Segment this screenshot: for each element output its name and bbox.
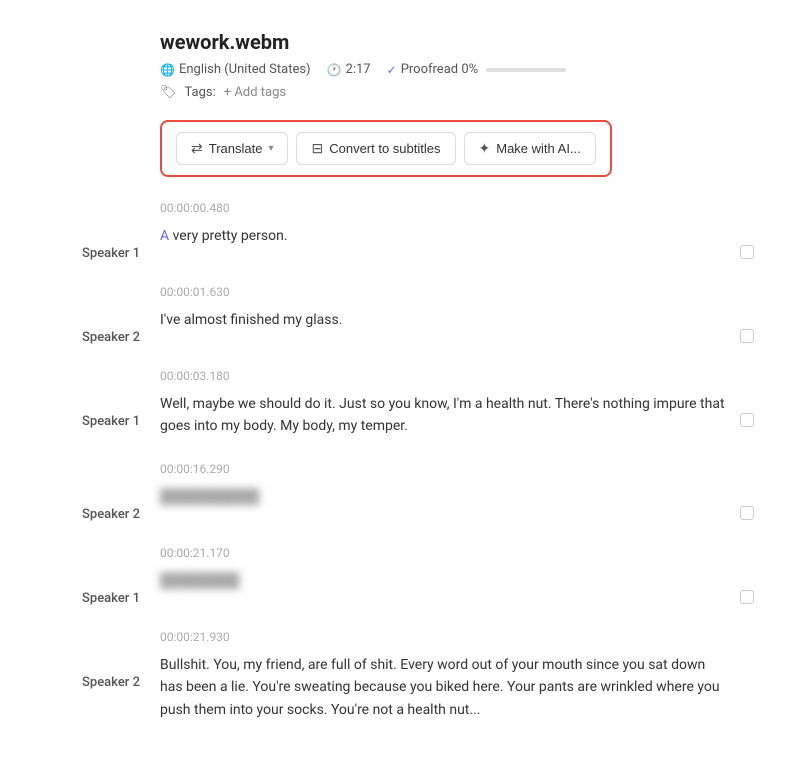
chevron-down-icon: ▾ xyxy=(268,143,273,154)
ai-icon: ✦ xyxy=(479,140,491,157)
content-col: Well, maybe we should do it. Just so you… xyxy=(160,393,730,438)
speaker-col: Speaker 1 xyxy=(40,570,160,606)
checkbox[interactable] xyxy=(740,506,754,520)
speaker-col: Speaker 2 xyxy=(40,486,160,522)
proofread-meta: ✓ Proofread 0% xyxy=(387,62,567,77)
timestamp: 00:00:16.290 xyxy=(160,462,760,476)
toolbar: ⇄ Translate ▾ ⊟ Convert to subtitles ✦ M… xyxy=(160,120,612,177)
translate-label: Translate xyxy=(209,141,263,156)
table-row: 00:00:16.290 xyxy=(40,462,760,482)
content-col: ██████████ xyxy=(160,486,730,522)
checkbox[interactable] xyxy=(740,329,754,343)
checkbox[interactable] xyxy=(740,245,754,259)
transcript-text: I've almost finished my glass. xyxy=(160,309,730,331)
speaker-col: Speaker 2 xyxy=(40,309,160,345)
speaker-label: Speaker 2 xyxy=(82,507,140,522)
language-label: English (United States) xyxy=(179,62,311,77)
content-col: 00:00:03.180 xyxy=(160,369,760,389)
globe-icon: 🌐 xyxy=(160,63,175,77)
convert-subtitles-button[interactable]: ⊟ Convert to subtitles xyxy=(296,132,455,165)
checkbox[interactable] xyxy=(740,413,754,427)
checkbox[interactable] xyxy=(740,590,754,604)
proofread-label: Proofread 0% xyxy=(401,62,478,77)
table-row: 00:00:21.170 xyxy=(40,546,760,566)
translate-icon: ⇄ xyxy=(191,140,203,157)
timestamp: 00:00:00.480 xyxy=(160,201,760,215)
timestamp: 00:00:21.170 xyxy=(160,546,760,560)
content-col: 00:00:21.930 xyxy=(160,630,760,650)
table-row: 00:00:21.930 xyxy=(40,630,760,650)
speaker-col xyxy=(40,630,160,650)
subtitles-icon: ⊟ xyxy=(311,140,323,157)
make-ai-button[interactable]: ✦ Make with AI... xyxy=(464,132,596,165)
transcript-text: Well, maybe we should do it. Just so you… xyxy=(160,393,730,438)
content-col: 00:00:16.290 xyxy=(160,462,760,482)
content-col: ████████ xyxy=(160,570,730,606)
table-row: Speaker 1 Well, maybe we should do it. J… xyxy=(40,393,760,438)
duration-label: 2:17 xyxy=(346,62,371,77)
checkbox-col xyxy=(730,309,760,345)
speaker-label: Speaker 1 xyxy=(82,591,140,606)
transcript-section: 00:00:00.480 Speaker 1 A very pretty per… xyxy=(40,201,760,721)
content-col: 00:00:21.170 xyxy=(160,546,760,566)
transcript-text: A very pretty person. xyxy=(160,225,730,247)
speaker-col: Speaker 1 xyxy=(40,393,160,438)
table-row: 00:00:00.480 xyxy=(40,201,760,221)
speaker-col: Speaker 1 xyxy=(40,225,160,261)
clock-icon: 🕐 xyxy=(327,63,342,77)
duration-meta: 🕐 2:17 xyxy=(327,62,371,77)
add-tags-button[interactable]: + Add tags xyxy=(224,85,286,100)
speaker-col: Speaker 2 xyxy=(40,654,160,721)
transcript-text: Bullshit. You, my friend, are full of sh… xyxy=(160,654,730,721)
translate-button[interactable]: ⇄ Translate ▾ xyxy=(176,132,288,165)
make-ai-label: Make with AI... xyxy=(496,141,581,156)
check-icon: ✓ xyxy=(387,63,397,77)
table-row: Speaker 2 ██████████ xyxy=(40,486,760,522)
content-col: A very pretty person. xyxy=(160,225,730,261)
content-col: I've almost finished my glass. xyxy=(160,309,730,345)
language-meta: 🌐 English (United States) xyxy=(160,62,311,77)
convert-label: Convert to subtitles xyxy=(329,141,440,156)
checkbox-col xyxy=(730,654,760,721)
checkbox-col xyxy=(730,570,760,606)
speaker-label: Speaker 2 xyxy=(82,330,140,345)
table-row: Speaker 1 ████████ xyxy=(40,570,760,606)
transcript-text-blurred: ████████ xyxy=(160,570,730,592)
content-col: 00:00:00.480 xyxy=(160,201,760,221)
table-row: Speaker 2 I've almost finished my glass. xyxy=(40,309,760,345)
timestamp: 00:00:01.630 xyxy=(160,285,760,299)
speaker-col xyxy=(40,201,160,221)
speaker-col xyxy=(40,546,160,566)
file-title: wework.webm xyxy=(160,30,760,54)
transcript-text-blurred: ██████████ xyxy=(160,486,730,508)
checkbox-col xyxy=(730,486,760,522)
table-row: 00:00:01.630 xyxy=(40,285,760,305)
checkbox-col xyxy=(730,393,760,438)
speaker-col xyxy=(40,462,160,482)
speaker-label: Speaker 2 xyxy=(82,675,140,690)
tag-icon: 🏷 xyxy=(160,85,177,100)
content-col: Bullshit. You, my friend, are full of sh… xyxy=(160,654,730,721)
first-letter: A xyxy=(160,228,169,244)
table-row: Speaker 2 Bullshit. You, my friend, are … xyxy=(40,654,760,721)
tags-label: Tags: xyxy=(185,85,216,100)
content-col: 00:00:01.630 xyxy=(160,285,760,305)
meta-row: 🌐 English (United States) 🕐 2:17 ✓ Proof… xyxy=(160,62,760,77)
tags-row: 🏷 Tags: + Add tags xyxy=(160,85,760,100)
table-row: Speaker 1 A very pretty person. xyxy=(40,225,760,261)
table-row: 00:00:03.180 xyxy=(40,369,760,389)
speaker-label: Speaker 1 xyxy=(82,414,140,429)
speaker-label: Speaker 1 xyxy=(82,246,140,261)
speaker-col xyxy=(40,285,160,305)
timestamp: 00:00:21.930 xyxy=(160,630,760,644)
checkbox-col xyxy=(730,225,760,261)
timestamp: 00:00:03.180 xyxy=(160,369,760,383)
proofread-progress-bar xyxy=(486,68,566,72)
speaker-col xyxy=(40,369,160,389)
